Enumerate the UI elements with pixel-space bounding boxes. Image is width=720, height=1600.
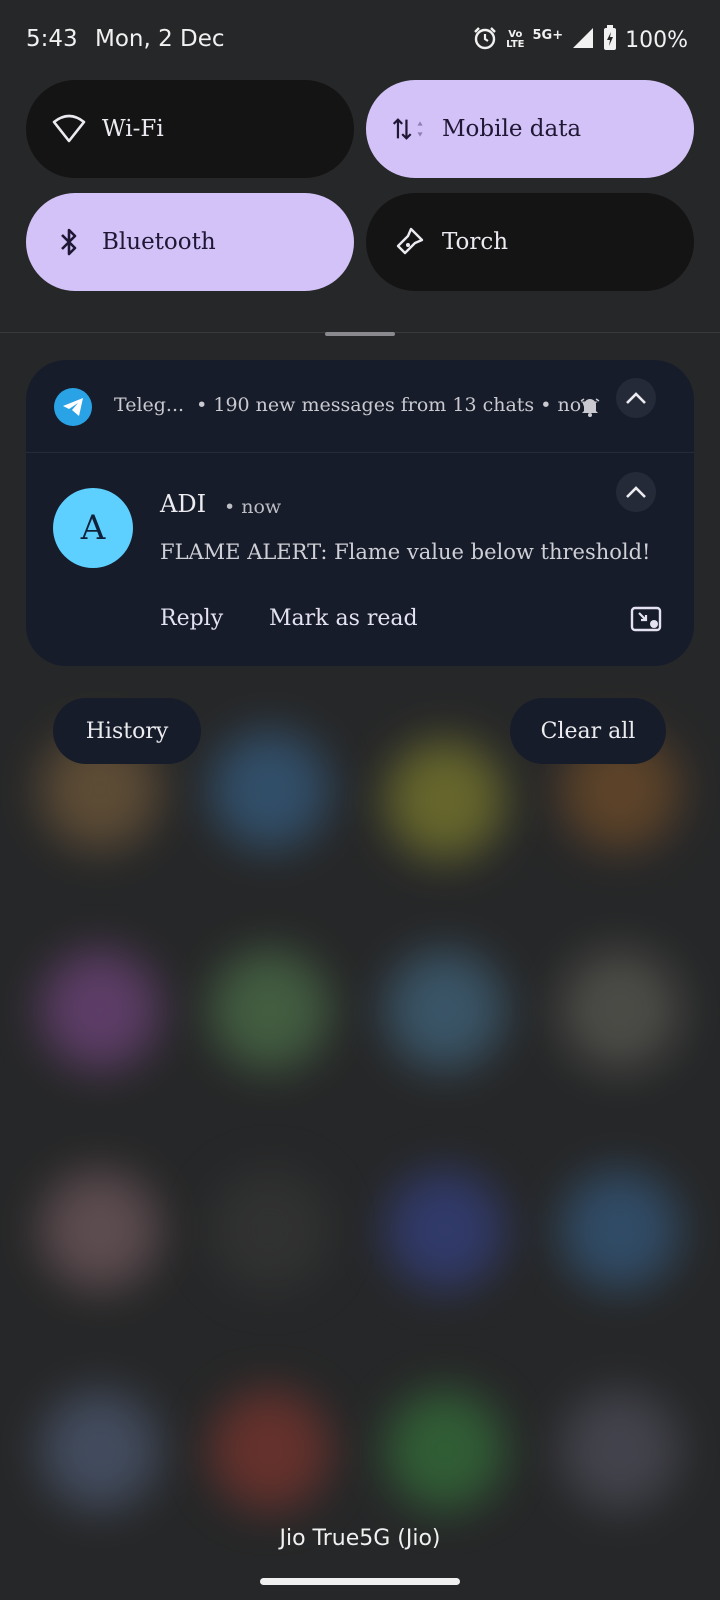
tile-label: Mobile data [442,116,582,142]
navigation-handle[interactable] [260,1578,460,1585]
notification-group-summary: Teleg... • 190 new messages from 13 chat… [114,394,598,416]
signal-icon [571,26,595,54]
tile-label: Bluetooth [102,229,216,255]
tile-wifi[interactable]: Wi-Fi [26,80,354,178]
tile-bluetooth[interactable]: Bluetooth [26,193,354,291]
clock: 5:43 [26,26,78,52]
collapse-notification-button[interactable] [616,472,656,512]
network-type: 5G+ [532,28,564,43]
history-button[interactable]: History [53,698,201,764]
picture-in-picture-icon[interactable] [630,606,662,638]
mark-as-read-button[interactable]: Mark as read [269,606,418,631]
avatar: A [53,488,133,568]
sender-name: ADI [160,490,207,518]
wifi-icon [52,112,86,146]
reply-button[interactable]: Reply [160,606,223,631]
notification-time: • now [224,496,282,518]
notification-group-header[interactable]: Teleg... • 190 new messages from 13 chat… [26,360,694,452]
telegram-icon [54,388,92,426]
notification-message: FLAME ALERT: Flame value below threshold… [160,540,651,564]
tile-label: Wi-Fi [102,116,164,142]
mobile-data-icon [392,112,426,146]
date: Mon, 2 Dec [95,26,225,52]
battery-icon [603,25,617,55]
battery-percentage: 100% [625,27,688,53]
drag-handle[interactable] [325,332,395,336]
chevron-up-icon [626,392,646,404]
card-separator [26,452,694,453]
torch-icon [392,225,426,259]
chevron-up-icon [626,486,646,498]
alarm-icon [472,25,498,55]
clear-all-button[interactable]: Clear all [510,698,666,764]
collapse-group-button[interactable] [616,378,656,418]
status-bar: 5:43 Mon, 2 Dec Vo LTE 5G+ 100% [0,0,720,80]
tile-torch[interactable]: Torch [366,193,694,291]
tile-mobile-data[interactable]: Mobile data [366,80,694,178]
tile-label: Torch [442,229,509,255]
volte-icon: Vo LTE [506,29,525,50]
notification-card[interactable]: Teleg... • 190 new messages from 13 chat… [26,360,694,666]
status-icons: Vo LTE 5G+ 100% [472,24,688,56]
bell-alert-icon [580,396,600,422]
carrier-label: Jio True5G (Jio) [279,1526,441,1551]
bluetooth-icon [52,225,86,259]
